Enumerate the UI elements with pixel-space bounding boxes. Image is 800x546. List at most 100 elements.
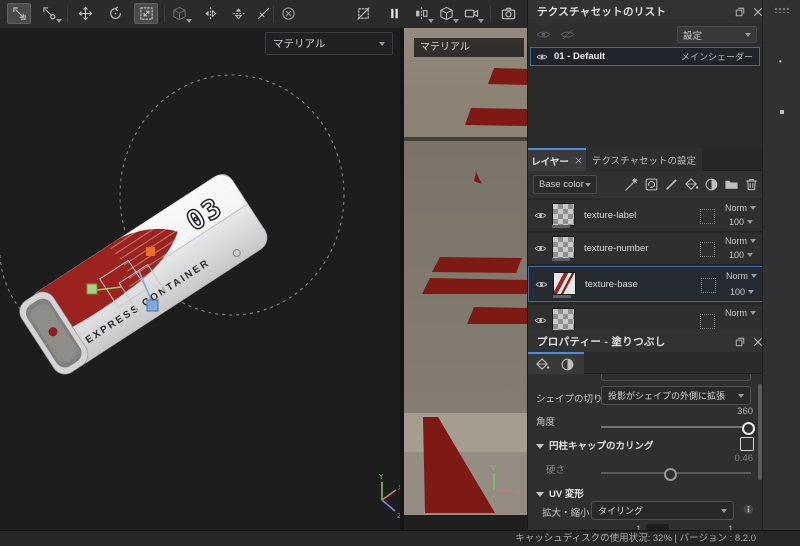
popout-icon[interactable]	[732, 334, 748, 350]
axis-gizmo-3d: Y X Z	[378, 473, 400, 520]
eye-icon[interactable]	[534, 314, 547, 327]
popout-icon[interactable]	[732, 4, 748, 20]
projection-off-button[interactable]	[351, 3, 375, 24]
chevron-down-icon	[56, 19, 62, 23]
texture-set-settings-dropdown[interactable]: 設定	[677, 26, 757, 43]
shelf-grip-handle[interactable]	[774, 7, 790, 13]
display-mode-button[interactable]	[434, 3, 459, 24]
eye-icon[interactable]	[535, 278, 548, 291]
hardness-slider-knob[interactable]	[664, 468, 677, 481]
mirror-horizontal-button[interactable]	[198, 3, 222, 24]
blend-mode-dropdown[interactable]: Norm	[725, 236, 759, 246]
info-icon[interactable]	[742, 503, 755, 516]
add-folder-icon[interactable]	[724, 177, 739, 192]
layer-row-texture-label[interactable]: texture-label Norm 100	[528, 200, 763, 232]
layer-thumbnail[interactable]	[552, 308, 575, 330]
gizmo-handle-blue	[146, 299, 159, 312]
eye-icon[interactable]	[536, 51, 548, 63]
pivot-mode-button[interactable]	[167, 3, 192, 24]
toolbar-separator	[490, 6, 491, 22]
angle-slider-track[interactable]	[601, 426, 751, 428]
properties-title: プロパティー - 塗りつぶし	[537, 336, 666, 348]
layer-thumbnail[interactable]	[552, 236, 575, 259]
angle-value: 360	[737, 406, 753, 417]
visibility-single-icon[interactable]	[560, 27, 575, 42]
right-shelf	[762, 0, 800, 530]
axis-u-label: U	[515, 487, 520, 495]
transform-pivot-tool-button[interactable]	[37, 3, 62, 24]
blend-mode-dropdown[interactable]: Norm	[726, 271, 760, 281]
chevron-down-icon	[478, 19, 484, 23]
angle-slider-knob[interactable]	[742, 422, 755, 435]
pause-button[interactable]	[382, 3, 406, 24]
deselect-button[interactable]	[276, 3, 300, 24]
scale-tool-button[interactable]	[134, 3, 158, 24]
add-effect-wand-icon[interactable]	[624, 177, 639, 192]
add-fill-layer-icon[interactable]	[684, 177, 699, 192]
texture-set-shader[interactable]: メインシェーダー	[681, 50, 753, 63]
texture-set-row[interactable]: 01 - Default メインシェーダー	[530, 47, 760, 66]
transform-tool-button[interactable]	[7, 3, 31, 24]
snap-angle-button[interactable]	[251, 3, 275, 24]
delete-layer-icon[interactable]	[744, 177, 759, 192]
collapse-triangle-icon	[536, 491, 544, 497]
blend-mode-dropdown[interactable]: Norm	[725, 308, 759, 318]
layer-row-texture-number[interactable]: texture-number Norm 100	[528, 233, 763, 265]
tab-fill-properties[interactable]	[528, 352, 584, 374]
opacity-dropdown[interactable]: 100	[729, 217, 759, 227]
display-settings-icon[interactable]	[774, 30, 790, 46]
shape-crop-dropdown[interactable]: 投影がシェイプの外側に拡張	[601, 386, 751, 405]
material-preview-icon[interactable]	[560, 357, 575, 372]
add-paint-layer-icon[interactable]	[664, 177, 679, 192]
blend-mode-dropdown[interactable]: Norm	[725, 203, 759, 213]
tab-close-icon[interactable]	[574, 156, 583, 165]
history-icon[interactable]	[774, 80, 790, 96]
texture-set-toolbar: 設定	[528, 23, 763, 47]
mirror-vertical-button[interactable]	[226, 3, 250, 24]
move-tool-button[interactable]	[73, 3, 97, 24]
mask-placeholder-icon[interactable]	[700, 209, 715, 224]
rotate-tool-button[interactable]	[103, 3, 127, 24]
layer-name: texture-base	[585, 278, 638, 290]
layer-thumbnail[interactable]	[552, 203, 575, 226]
viewport-3d[interactable]: 03 EXPRESS CONTAINER Y Z マテリアル	[0, 28, 400, 530]
opacity-dropdown[interactable]: 100	[730, 287, 760, 297]
main-toolbar	[0, 0, 527, 29]
properties-panel: プロパティー - 塗りつぶし シェイプの切り抜き 投影がシェイプの外側に拡張 角…	[528, 330, 763, 530]
screenshot-button[interactable]	[496, 3, 520, 24]
chevron-down-icon	[186, 19, 192, 23]
gizmo-handle-green	[86, 283, 98, 295]
mask-placeholder-icon[interactable]	[701, 278, 716, 293]
material-mode-label-2d[interactable]: マテリアル	[414, 38, 524, 57]
visibility-all-icon[interactable]	[536, 27, 551, 42]
uv-scale-dropdown[interactable]: タイリング	[591, 501, 734, 520]
layer-thumbnail[interactable]	[553, 272, 576, 295]
properties-tabs	[528, 352, 763, 374]
mask-placeholder-icon[interactable]	[700, 314, 715, 329]
viewport-2d-canvas: V U	[404, 28, 527, 530]
tab-layers[interactable]: レイヤー	[528, 148, 586, 171]
mask-placeholder-icon[interactable]	[700, 242, 715, 257]
opacity-dropdown[interactable]: 100	[729, 250, 759, 260]
tab-texture-set-settings[interactable]: テクスチャセットの設定	[586, 148, 702, 171]
material-mode-dropdown-3d[interactable]: マテリアル	[265, 32, 393, 55]
add-smart-material-icon[interactable]	[644, 177, 659, 192]
hardness-label: 硬さ	[546, 465, 566, 476]
eye-icon[interactable]	[534, 242, 547, 255]
shader-settings-icon[interactable]	[774, 55, 790, 71]
clipped-dropdown-sliver[interactable]	[601, 374, 751, 381]
layer-row-partial[interactable]: Norm	[528, 305, 763, 330]
frame-viewer-icon[interactable]	[774, 104, 790, 120]
symmetry-settings-button[interactable]	[409, 3, 434, 24]
toolbar-separator	[273, 6, 274, 22]
cylinder-cap-section-header[interactable]: 円柱キャップのカリング	[536, 438, 654, 452]
camera-settings-button[interactable]	[459, 3, 484, 24]
layer-row-texture-base[interactable]: texture-base Norm 100	[528, 266, 763, 302]
uv-transform-section-header[interactable]: UV 変形	[536, 486, 584, 500]
viewport-2d[interactable]: V U マテリアル	[400, 28, 527, 530]
channel-dropdown[interactable]: Base color	[533, 175, 597, 194]
eye-icon[interactable]	[534, 209, 547, 222]
add-smart-mask-icon[interactable]	[704, 177, 719, 192]
cylinder-cap-checkbox[interactable]	[740, 437, 754, 451]
hardness-value: 0.46	[734, 453, 754, 464]
